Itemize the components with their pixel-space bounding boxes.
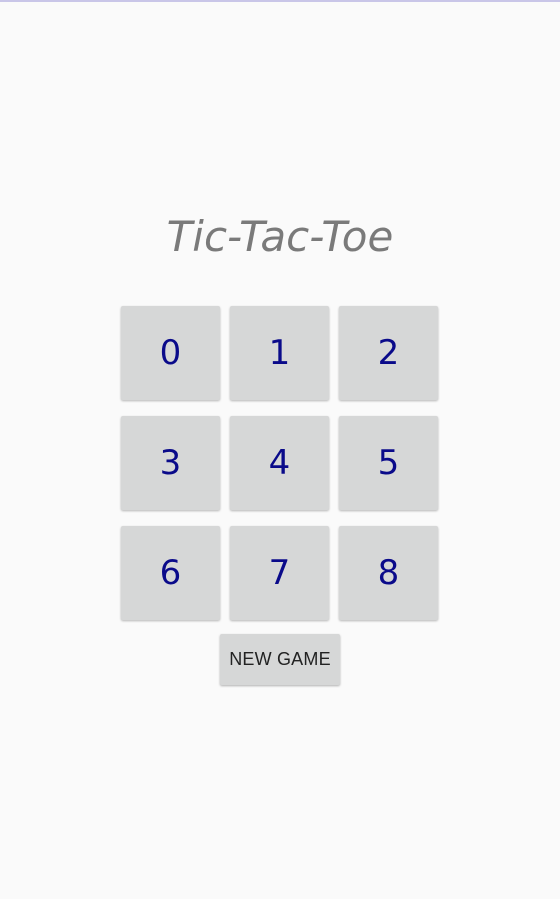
board-cell-5[interactable]: 5 — [339, 416, 438, 510]
board-cell-8[interactable]: 8 — [339, 526, 438, 620]
board-cell-6[interactable]: 6 — [121, 526, 220, 620]
page-title: Tic-Tac-Toe — [166, 212, 394, 261]
game-board: 0 1 2 3 4 5 6 7 8 — [121, 306, 439, 620]
cell-label: 6 — [159, 553, 182, 593]
cell-label: 8 — [377, 553, 400, 593]
cell-label: 0 — [159, 333, 182, 373]
cell-label: 2 — [377, 333, 400, 373]
board-cell-1[interactable]: 1 — [230, 306, 329, 400]
board-cell-4[interactable]: 4 — [230, 416, 329, 510]
cell-label: 7 — [268, 553, 291, 593]
board-cell-7[interactable]: 7 — [230, 526, 329, 620]
cell-label: 1 — [268, 333, 291, 373]
new-game-label: NEW GAME — [229, 649, 331, 669]
new-game-button[interactable]: NEW GAME — [220, 634, 340, 685]
cell-label: 4 — [268, 443, 291, 483]
top-divider — [0, 0, 560, 2]
board-cell-2[interactable]: 2 — [339, 306, 438, 400]
cell-label: 3 — [159, 443, 182, 483]
cell-label: 5 — [377, 443, 400, 483]
board-cell-0[interactable]: 0 — [121, 306, 220, 400]
board-cell-3[interactable]: 3 — [121, 416, 220, 510]
